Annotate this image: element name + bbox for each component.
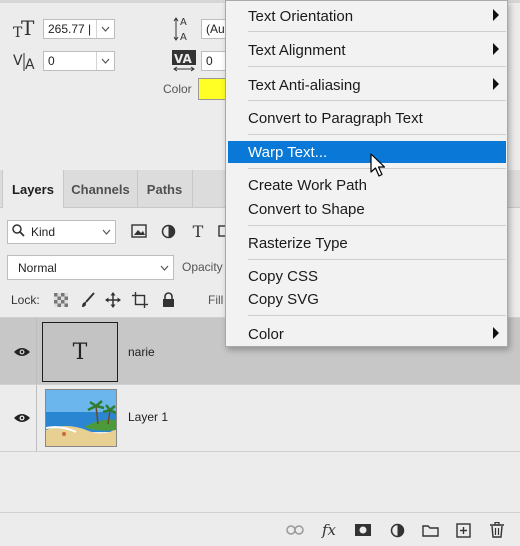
- menu-item-label: Color: [248, 325, 284, 343]
- eye-icon[interactable]: [12, 345, 32, 359]
- folder-icon[interactable]: [419, 519, 441, 541]
- layer-style-fx-icon[interactable]: fx: [318, 519, 340, 541]
- menu-item-warp-text[interactable]: Warp Text...: [228, 141, 506, 163]
- trash-icon[interactable]: [486, 519, 508, 541]
- menu-item-color[interactable]: Color: [226, 323, 507, 345]
- chevron-down-icon: [98, 221, 115, 243]
- lock-icon[interactable]: [157, 289, 179, 311]
- type-filter-icon[interactable]: T: [187, 220, 209, 242]
- menu-item-label: Text Orientation: [248, 7, 354, 25]
- font-size-icon: T T: [13, 16, 37, 41]
- menu-item-rasterize-type[interactable]: Rasterize Type: [226, 232, 507, 254]
- lock-transparent-pixels-icon[interactable]: [50, 289, 72, 311]
- new-layer-icon[interactable]: [452, 519, 474, 541]
- kerning-icon: V A: [13, 50, 39, 73]
- menu-item-copy-css[interactable]: Copy CSS: [226, 265, 507, 287]
- font-size-value: 265.77 |: [48, 22, 92, 36]
- eye-icon[interactable]: [12, 411, 32, 425]
- type-layer-icon: T: [72, 339, 88, 365]
- menu-separator: [248, 259, 506, 260]
- tab-label: Paths: [146, 181, 183, 197]
- tab-paths[interactable]: Paths: [137, 170, 193, 208]
- svg-text:A: A: [180, 17, 187, 28]
- opacity-label: Opacity: [182, 260, 223, 274]
- menu-item-label: Convert to Paragraph Text: [248, 109, 423, 127]
- tab-label: Layers: [12, 181, 54, 197]
- fill-label: Fill: [208, 293, 224, 307]
- menu-item-convert-to-paragraph-text[interactable]: Convert to Paragraph Text: [226, 107, 507, 129]
- menu-separator: [248, 134, 506, 135]
- tab-layers[interactable]: Layers: [2, 170, 64, 208]
- menu-separator: [248, 31, 506, 32]
- context-menu: Text Orientation Text Alignment Text Ant…: [225, 0, 508, 347]
- menu-item-copy-svg[interactable]: Copy SVG: [226, 288, 507, 310]
- menu-item-text-anti-aliasing[interactable]: Text Anti-aliasing: [226, 74, 507, 96]
- brush-icon[interactable]: [77, 289, 99, 311]
- menu-item-label: Create Work Path: [248, 176, 367, 194]
- submenu-arrow-icon: [493, 9, 499, 21]
- layer-name[interactable]: Layer 1: [128, 410, 168, 424]
- filter-kind-label: Kind: [31, 225, 56, 239]
- add-mask-icon[interactable]: [352, 519, 374, 541]
- lock-label: Lock:: [11, 293, 40, 307]
- mouse-cursor-icon: [370, 153, 390, 179]
- leading-value: (Au: [206, 22, 225, 36]
- menu-separator: [248, 315, 506, 316]
- adjustment-layer-icon[interactable]: [386, 519, 408, 541]
- menu-separator: [248, 66, 506, 67]
- leading-icon: A A: [172, 14, 196, 44]
- color-swatch[interactable]: [198, 78, 228, 100]
- kerning-value: 0: [48, 54, 55, 68]
- svg-text:VA: VA: [174, 52, 192, 66]
- menu-item-label: Text Alignment: [248, 41, 346, 59]
- tab-label: Channels: [71, 181, 130, 197]
- move-icon[interactable]: [102, 289, 124, 311]
- adjustment-filter-icon[interactable]: [157, 220, 179, 242]
- link-layers-icon[interactable]: [284, 519, 306, 541]
- menu-item-label: Text Anti-aliasing: [248, 76, 361, 94]
- menu-item-create-work-path[interactable]: Create Work Path: [226, 174, 507, 196]
- layers-bottom-bar: fx: [0, 512, 520, 546]
- font-size-field[interactable]: 265.77 |: [43, 19, 115, 39]
- search-icon: [12, 224, 25, 240]
- layer-divider: [36, 385, 37, 451]
- tab-channels[interactable]: Channels: [64, 170, 138, 208]
- chevron-down-icon[interactable]: [96, 52, 114, 70]
- submenu-arrow-icon: [493, 78, 499, 90]
- submenu-arrow-icon: [493, 327, 499, 339]
- menu-separator: [248, 225, 506, 226]
- menu-item-text-alignment[interactable]: Text Alignment: [226, 39, 507, 61]
- chevron-down-icon[interactable]: [96, 20, 114, 38]
- submenu-arrow-icon: [493, 43, 499, 55]
- layer-thumbnail: [45, 389, 117, 447]
- menu-item-label: Copy CSS: [248, 267, 319, 285]
- menu-item-label: Convert to Shape: [248, 200, 365, 218]
- menu-separator: [248, 100, 506, 101]
- svg-text:V: V: [13, 53, 23, 69]
- menu-item-label: Warp Text...: [248, 143, 328, 161]
- tracking-icon: VA: [172, 50, 196, 72]
- artboard-icon[interactable]: [129, 289, 151, 311]
- blend-mode-select[interactable]: Normal: [7, 255, 174, 280]
- layer-row-divider: [0, 451, 520, 452]
- menu-item-convert-to-shape[interactable]: Convert to Shape: [226, 198, 507, 220]
- layer-name[interactable]: narie: [128, 345, 155, 359]
- chevron-down-icon: [156, 256, 173, 279]
- menu-item-label: Rasterize Type: [248, 234, 348, 252]
- layer-thumbnail: T: [42, 322, 118, 382]
- svg-text:A: A: [180, 32, 187, 43]
- menu-item-label: Copy SVG: [248, 290, 319, 308]
- menu-item-text-orientation[interactable]: Text Orientation: [226, 5, 507, 27]
- svg-text:T: T: [21, 17, 35, 39]
- blend-mode-value: Normal: [18, 260, 57, 275]
- kerning-field[interactable]: 0: [43, 51, 115, 71]
- svg-text:A: A: [25, 57, 35, 72]
- layer-filter-select[interactable]: Kind: [7, 220, 116, 244]
- tracking-value: 0: [206, 54, 213, 68]
- color-label: Color: [163, 82, 192, 96]
- layer-row[interactable]: Layer 1: [0, 385, 520, 451]
- layer-divider: [36, 318, 37, 384]
- image-filter-icon[interactable]: [128, 220, 150, 242]
